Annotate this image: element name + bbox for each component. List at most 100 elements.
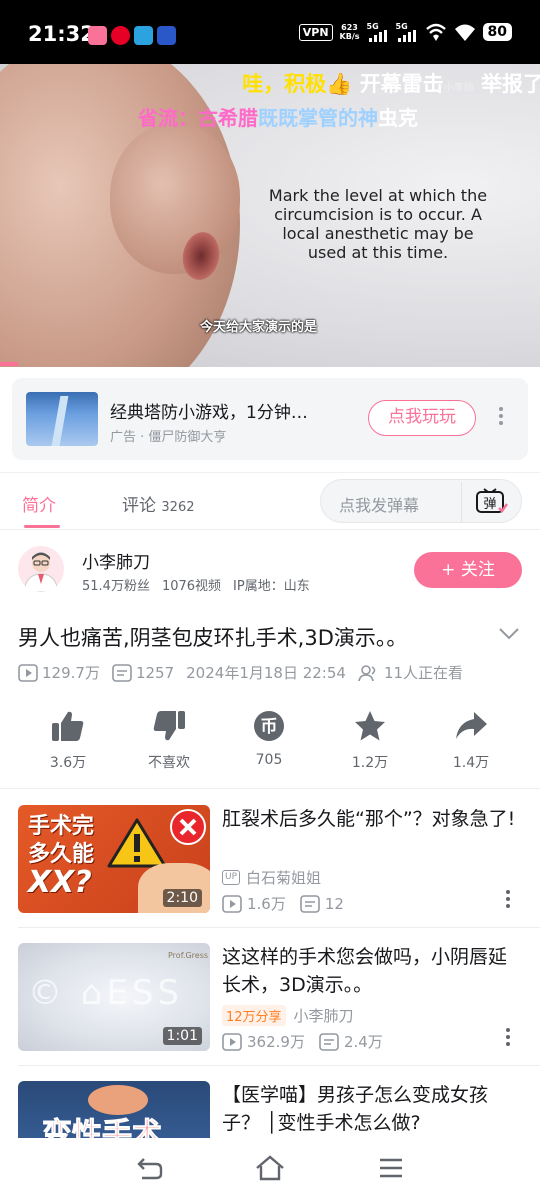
danmaku-count: 1257 bbox=[135, 663, 175, 682]
more-vertical-icon[interactable] bbox=[505, 1027, 511, 1051]
related-video-uploader[interactable]: 12万分享 小李肺刀 bbox=[222, 1005, 354, 1026]
danmaku-count-icon bbox=[112, 663, 132, 682]
video-frame-shape-2 bbox=[110, 124, 240, 274]
star-icon bbox=[355, 711, 385, 741]
coin-button[interactable]: 币 705 bbox=[224, 706, 314, 768]
thumbnail-brand: Prof.Gress bbox=[168, 951, 209, 960]
dislike-label: 不喜欢 bbox=[148, 755, 190, 771]
divider bbox=[18, 927, 540, 928]
ad-thumbnail bbox=[26, 392, 98, 446]
video-duration: 1:01 bbox=[162, 1027, 202, 1045]
svg-text:弹: 弹 bbox=[483, 497, 496, 512]
view-count: 129.7万 bbox=[42, 664, 100, 682]
tab-active-indicator bbox=[24, 525, 60, 528]
video-duration: 2:10 bbox=[162, 889, 202, 907]
publish-date: 2024年1月18日 22:54 bbox=[186, 664, 346, 682]
related-video-title[interactable]: 这这样的手术您会做吗，小阴唇延长术，3D演示。。 bbox=[222, 943, 522, 999]
coin-count: 705 bbox=[255, 752, 283, 768]
tab-comments[interactable]: 评论 3262 bbox=[122, 491, 195, 516]
system-nav-bar bbox=[0, 1138, 540, 1200]
ad-play-button[interactable]: 点我玩玩 bbox=[368, 400, 476, 436]
more-vertical-icon[interactable] bbox=[505, 889, 511, 913]
like-button[interactable]: 3.6万 bbox=[23, 706, 113, 772]
author-row: 小李肺刀 51.4万粉丝 1076视频 IP属地：山东 + 关注 bbox=[0, 540, 540, 602]
video-thumbnail[interactable]: © ⌂ESS Prof.Gress 1:01 bbox=[18, 943, 210, 1051]
thumbnail-watermark: © ⌂ESS bbox=[28, 973, 184, 1013]
danmaku-placeholder: 点我发弹幕 bbox=[339, 496, 420, 515]
related-video-item[interactable]: 手术完 多久能 XX? 2:10 肛裂术后多久能“那个”？对象急了! UP 白石… bbox=[0, 805, 540, 915]
danmaku-count-icon bbox=[319, 1032, 339, 1051]
action-bar: 3.6万 不喜欢 币 705 1.2万 1.4万 bbox=[0, 706, 540, 786]
author-meta: 51.4万粉丝 1076视频 IP属地：山东 bbox=[82, 575, 322, 594]
divider bbox=[461, 482, 462, 522]
coin-icon: 币 bbox=[254, 711, 284, 741]
avatar[interactable] bbox=[18, 546, 64, 592]
video-title: 男人也痛苦,阴茎包皮环扎手术,3D演示。。 bbox=[18, 626, 408, 650]
video-progress-bar[interactable] bbox=[0, 362, 18, 366]
back-icon[interactable] bbox=[136, 1156, 164, 1184]
netease-music-app-icon bbox=[111, 26, 130, 45]
related-video-item[interactable]: © ⌂ESS Prof.Gress 1:01 这这样的手术您会做吗，小阴唇延长术… bbox=[0, 943, 540, 1053]
telegram-app-icon bbox=[134, 26, 153, 45]
hotspot-icon bbox=[425, 23, 446, 41]
ad-title: 经典塔防小游戏，1分钟… bbox=[110, 403, 308, 423]
video-subtitle: 今天给大家演示的是 bbox=[200, 320, 318, 335]
danmaku-input[interactable]: 点我发弹幕 弹 bbox=[320, 479, 522, 523]
related-video-uploader[interactable]: UP 白石菊姐姐 bbox=[222, 867, 321, 888]
play-count-icon bbox=[18, 663, 38, 682]
thumbnail-caption: 变性手术 bbox=[42, 1117, 163, 1139]
video-caption-english: Mark the level at which the circumcision… bbox=[268, 186, 488, 262]
status-bar: 21:32 VPN 623 KB/s 5G 5G 80 bbox=[0, 0, 540, 64]
watching-count: 11人正在看 bbox=[383, 664, 464, 682]
up-badge: UP bbox=[222, 870, 241, 885]
play-count-icon bbox=[222, 1032, 242, 1051]
divider bbox=[0, 788, 540, 789]
watching-icon bbox=[358, 664, 376, 681]
author-name[interactable]: 小李肺刀 bbox=[82, 548, 150, 573]
danmaku-count-icon bbox=[300, 894, 320, 913]
signal-icon: 5G bbox=[367, 22, 389, 42]
chevron-down-icon[interactable] bbox=[498, 626, 520, 645]
video-thumbnail[interactable]: 手术完 多久能 XX? 2:10 bbox=[18, 805, 210, 913]
video-stats: 129.7万 1257 2024年1月18日 22:54 11人正在看 bbox=[18, 662, 475, 683]
related-video-title[interactable]: 肛裂术后多久能“那个”？对象急了! bbox=[222, 805, 522, 833]
author-ip: IP属地：山东 bbox=[233, 579, 310, 594]
signal-icon-2: 5G bbox=[396, 22, 418, 42]
favorite-count: 1.2万 bbox=[351, 755, 389, 771]
share-icon bbox=[456, 712, 487, 739]
home-icon[interactable] bbox=[254, 1154, 286, 1186]
related-video-title[interactable]: 【医学喵】男孩子怎么变成女孩子？ │变性手术怎么做? bbox=[222, 1081, 522, 1137]
cat-app-icon bbox=[157, 26, 176, 45]
tab-intro[interactable]: 简介 bbox=[22, 491, 56, 516]
dislike-button[interactable]: 不喜欢 bbox=[124, 706, 214, 772]
video-player[interactable]: 哇，积极👍 开幕雷击小李肺 举报了 省流：古希腊既既掌管的神虫克 Mark th… bbox=[0, 64, 540, 367]
danmaku-line-1: 哇，积极👍 开幕雷击小李肺 举报了 bbox=[242, 72, 540, 96]
related-video-stats: 1.6万 12 bbox=[222, 893, 358, 914]
status-time: 21:32 bbox=[28, 22, 95, 46]
share-count-badge: 12万分享 bbox=[222, 1005, 286, 1026]
detail-tabs: 简介 评论 3262 点我发弹幕 弹 bbox=[0, 472, 540, 530]
net-speed: 623 KB/s bbox=[339, 23, 360, 41]
ad-subtitle: 广告 · 僵尸防御大亨 bbox=[110, 430, 227, 445]
close-icon bbox=[170, 809, 206, 845]
thumbs-down-icon bbox=[153, 711, 185, 741]
danmaku-line-2: 省流：古希腊既既掌管的神虫克 bbox=[138, 106, 418, 130]
author-fans: 51.4万粉丝 bbox=[82, 579, 150, 594]
battery-indicator: 80 bbox=[482, 23, 512, 41]
related-video-item[interactable]: 变性手术 【医学喵】男孩子怎么变成女孩子？ │变性手术怎么做? bbox=[0, 1081, 540, 1138]
author-videos: 1076视频 bbox=[161, 579, 222, 594]
warning-icon bbox=[107, 818, 167, 868]
vpn-badge: VPN bbox=[298, 23, 333, 41]
thumbs-up-icon bbox=[52, 711, 84, 741]
share-button[interactable]: 1.4万 bbox=[426, 706, 516, 772]
ad-banner[interactable]: 经典塔防小游戏，1分钟… 广告 · 僵尸防御大亨 点我玩玩 bbox=[12, 378, 528, 460]
danmaku-toggle-icon[interactable]: 弹 bbox=[475, 488, 509, 520]
share-count: 1.4万 bbox=[452, 755, 490, 771]
more-vertical-icon[interactable] bbox=[498, 406, 504, 431]
favorite-button[interactable]: 1.2万 bbox=[325, 706, 415, 772]
menu-icon[interactable] bbox=[378, 1156, 404, 1184]
follow-button[interactable]: + 关注 bbox=[414, 552, 522, 588]
video-thumbnail[interactable]: 变性手术 bbox=[18, 1081, 210, 1138]
divider bbox=[18, 1065, 540, 1066]
play-count-icon bbox=[222, 894, 242, 913]
